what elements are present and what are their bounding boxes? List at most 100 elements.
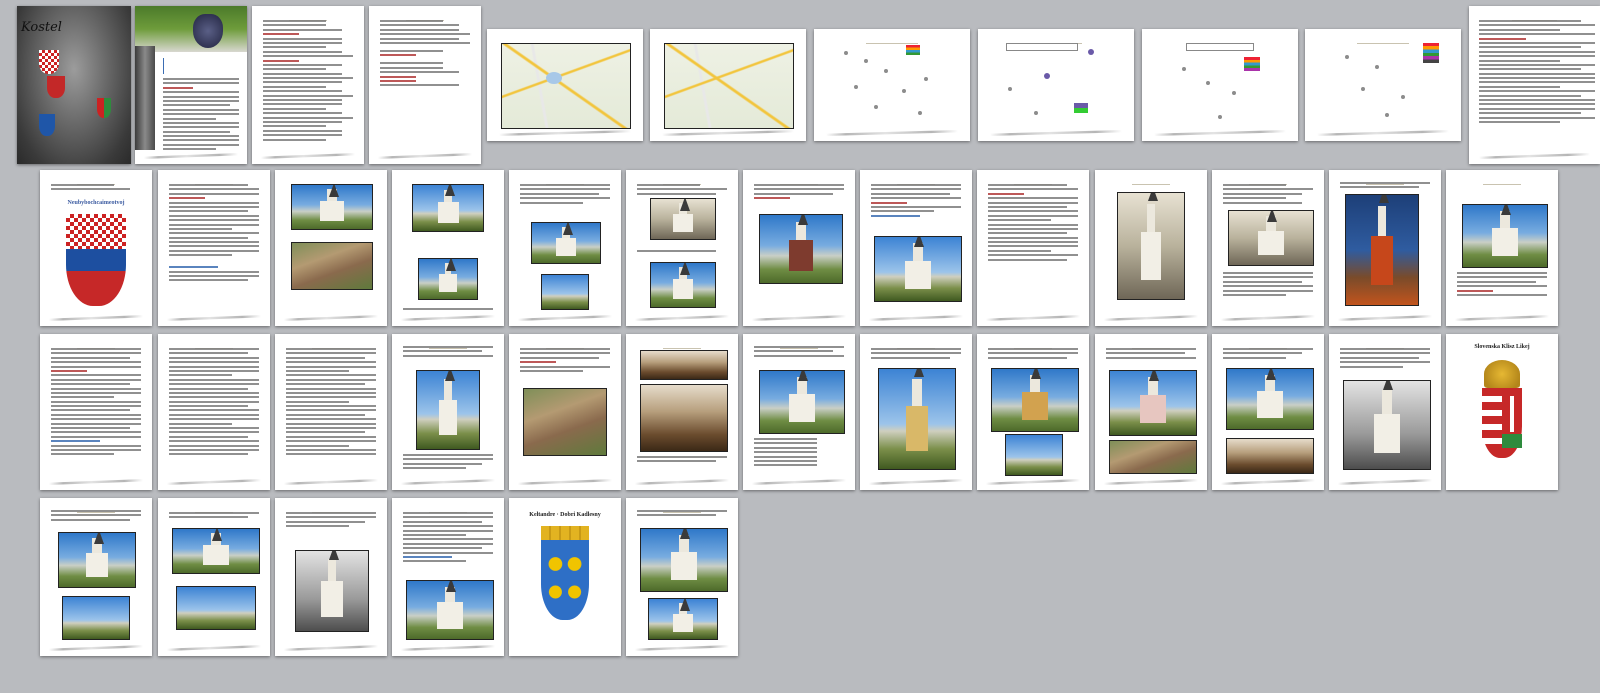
- page-photos-2j[interactable]: [1212, 170, 1324, 326]
- photo-yellow-church: [991, 368, 1079, 432]
- page-photos-2d[interactable]: [509, 170, 621, 326]
- page-text-3a[interactable]: [40, 334, 152, 490]
- page-photos-2c[interactable]: [392, 170, 504, 326]
- photo-pink-church: [1109, 370, 1197, 436]
- page-photos-3i[interactable]: [977, 334, 1089, 490]
- page-photos-2f[interactable]: [743, 170, 855, 326]
- photo-church: [291, 184, 373, 230]
- crest-title: Keltandre · Dobri Kadlesny: [529, 512, 601, 518]
- photo-modern-spire: [874, 236, 962, 302]
- page-footer: [166, 315, 262, 321]
- page-photos-4a[interactable]: [40, 498, 152, 656]
- page-photos-4e[interactable]: [626, 498, 738, 656]
- text-block: [1479, 20, 1595, 125]
- page-header: [183, 339, 246, 349]
- page-photo-3h[interactable]: [860, 334, 972, 490]
- page-crest-1[interactable]: Neubybochcaimeotvoj: [40, 170, 152, 326]
- diagram-node: [844, 51, 848, 55]
- text-block: [637, 510, 727, 519]
- page-photo-4c[interactable]: [275, 498, 387, 656]
- page-text-3c[interactable]: [275, 334, 387, 490]
- page-text-3b[interactable]: [158, 334, 270, 490]
- page-diagram-1[interactable]: [814, 29, 970, 141]
- diagram-node: [1182, 67, 1186, 71]
- page-footer: [1479, 153, 1590, 159]
- photo-bw-church: [295, 550, 369, 632]
- photo-church-trees: [1462, 204, 1548, 268]
- page-header: [1237, 339, 1300, 349]
- page-footer: [662, 130, 794, 136]
- text-block: [1223, 184, 1313, 206]
- photo-tower-church-2: [648, 598, 718, 640]
- photo-interior-1: [640, 350, 728, 380]
- page-map-1[interactable]: [487, 29, 643, 141]
- photo-church-2: [418, 258, 478, 300]
- page-header: [277, 11, 340, 21]
- text-block: [1106, 348, 1196, 361]
- page-photo-3e[interactable]: [509, 334, 621, 490]
- photo-interior-2: [640, 384, 728, 452]
- page-photos-3j[interactable]: [1095, 334, 1207, 490]
- page-text-right[interactable]: [1469, 6, 1600, 164]
- diagram-node: [884, 69, 888, 73]
- page-footer: [868, 315, 964, 321]
- text-block: [403, 346, 493, 359]
- page-photo-4d[interactable]: [392, 498, 504, 656]
- page-photos-3k[interactable]: [1212, 334, 1324, 490]
- page-cover[interactable]: Kostel: [17, 6, 131, 164]
- page-crest-3[interactable]: Keltandre · Dobri Kadlesny: [509, 498, 621, 656]
- page-diagram-4[interactable]: [1305, 29, 1461, 141]
- text-block: [1457, 272, 1547, 298]
- page-2-grapes[interactable]: [135, 6, 247, 164]
- map-image-2: [664, 43, 794, 129]
- page-diagram-3[interactable]: [1142, 29, 1298, 141]
- page-footer: [377, 153, 473, 159]
- page-footer: [499, 130, 631, 136]
- page-photos-2e[interactable]: [626, 170, 738, 326]
- page-map-2[interactable]: [650, 29, 806, 141]
- photo-chapel-2: [62, 596, 130, 640]
- text-block: [169, 348, 259, 458]
- diagram-node: [1206, 81, 1210, 85]
- text-block: [403, 512, 493, 565]
- photo-church-3: [531, 222, 601, 264]
- page-text-2a[interactable]: [158, 170, 270, 326]
- diagram-node: [1008, 87, 1012, 91]
- page-photo-3d[interactable]: [392, 334, 504, 490]
- photo-church-4: [541, 274, 589, 310]
- text-block-2: [1223, 272, 1313, 298]
- diagram-node: [1088, 49, 1094, 55]
- page-photo-3l[interactable]: [1329, 334, 1441, 490]
- page-footer: [990, 130, 1122, 136]
- page-header: [300, 503, 363, 513]
- page-photo-2i[interactable]: [1095, 170, 1207, 326]
- diagram-title-box: [1006, 43, 1078, 51]
- diagram-legend: [906, 45, 920, 55]
- text-block: [1340, 182, 1430, 191]
- page-3-toc[interactable]: [252, 6, 364, 164]
- page-photos-3f[interactable]: [626, 334, 738, 490]
- page-crest-2[interactable]: Slovenska Klisz Likej: [1446, 334, 1558, 490]
- page-header: [1354, 339, 1417, 349]
- cover-title: Kostel: [21, 20, 62, 35]
- diagram-legend: [1244, 57, 1260, 71]
- page-header: [300, 339, 363, 349]
- page-photos-4b[interactable]: [158, 498, 270, 656]
- page-4-toc[interactable]: [369, 6, 481, 164]
- page-diagram-2[interactable]: [978, 29, 1134, 141]
- diagram-node: [1385, 113, 1389, 117]
- text-block: [871, 348, 961, 361]
- page-text-2h[interactable]: [977, 170, 1089, 326]
- text-block: [51, 348, 141, 458]
- page-header: [651, 503, 714, 513]
- page-photo-2l[interactable]: [1446, 170, 1558, 326]
- page-footer: [48, 315, 144, 321]
- page-photo-2k[interactable]: [1329, 170, 1441, 326]
- page-photos-2g[interactable]: [860, 170, 972, 326]
- cover-crest-blue: [39, 114, 55, 136]
- page-header: [1120, 175, 1183, 185]
- page-photos-2b[interactable]: [275, 170, 387, 326]
- page-photo-3g[interactable]: [743, 334, 855, 490]
- page-footer: [517, 479, 613, 485]
- cover-crest-red: [39, 50, 59, 74]
